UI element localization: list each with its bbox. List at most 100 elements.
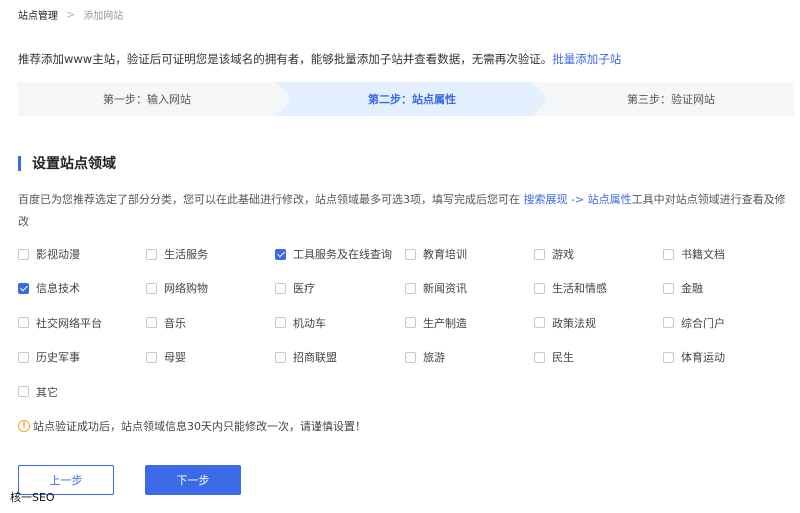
checkbox-unchecked[interactable]	[534, 317, 545, 329]
domain-option[interactable]: 金融	[663, 278, 703, 298]
warning-icon: !	[18, 420, 30, 432]
domain-option[interactable]: 生活服务	[146, 244, 208, 264]
checkbox-unchecked[interactable]	[405, 317, 416, 329]
domain-option-label: 综合门户	[681, 316, 725, 330]
domain-option[interactable]: 旅游	[405, 347, 445, 367]
section-title: 设置站点领域	[18, 154, 116, 172]
domain-option[interactable]: 书籍文档	[663, 244, 725, 264]
checkbox-unchecked[interactable]	[18, 351, 29, 363]
domain-option[interactable]: 历史军事	[18, 347, 80, 367]
domain-option[interactable]: 社交网络平台	[18, 313, 102, 333]
domain-option[interactable]: 政策法规	[534, 313, 596, 333]
batch-add-subsite-link[interactable]: 批量添加子站	[552, 52, 621, 66]
domain-option-label: 新闻资讯	[423, 282, 467, 296]
domain-option-label: 信息技术	[36, 282, 80, 296]
checkbox-unchecked[interactable]	[146, 248, 157, 260]
breadcrumb-site-management[interactable]: 站点管理	[18, 7, 58, 22]
checkbox-unchecked[interactable]	[663, 248, 674, 260]
checkbox-unchecked[interactable]	[275, 317, 286, 329]
domain-option-label: 民生	[552, 351, 574, 365]
checkbox-unchecked[interactable]	[663, 351, 674, 363]
checkbox-checked[interactable]	[18, 282, 29, 294]
checkbox-unchecked[interactable]	[146, 282, 157, 294]
checkbox-unchecked[interactable]	[534, 282, 545, 294]
domain-option[interactable]: 生活和情感	[534, 278, 607, 298]
breadcrumb: 站点管理 > 添加网站	[18, 6, 123, 22]
domain-option-label: 招商联盟	[293, 351, 337, 365]
domain-option[interactable]: 综合门户	[663, 313, 725, 333]
domain-option[interactable]: 民生	[534, 347, 574, 367]
breadcrumb-add-site: 添加网站	[83, 10, 124, 22]
intro-description: 推荐添加www主站，验证后可证明您是该域名的拥有者，能够批量添加子站并查看数据，…	[18, 52, 553, 66]
domain-option-label: 网络购物	[164, 282, 208, 296]
warning-notice: ! 站点验证成功后，站点领域信息30天内只能修改一次，请谨慎设置！	[18, 418, 366, 434]
domain-option[interactable]: 医疗	[275, 278, 315, 298]
watermark-text: 核一SEO	[10, 491, 55, 504]
domain-option-label: 生产制造	[423, 316, 467, 330]
step-2-active: 第二步：站点属性	[276, 82, 548, 116]
domain-option-label: 其它	[36, 385, 58, 399]
domain-option-label: 游戏	[552, 248, 574, 261]
domain-option-label: 音乐	[164, 316, 186, 330]
domain-option-label: 工具服务及在线查询	[293, 248, 392, 261]
checkbox-unchecked[interactable]	[275, 351, 286, 363]
domain-option-label: 社交网络平台	[36, 316, 102, 330]
section-title-bar	[18, 155, 21, 171]
checkbox-unchecked[interactable]	[275, 282, 286, 294]
domain-option-label: 金融	[681, 282, 703, 296]
checkbox-unchecked[interactable]	[18, 386, 29, 398]
domain-option-label: 生活和情感	[552, 282, 607, 296]
domain-option[interactable]: 网络购物	[146, 278, 208, 298]
domain-option[interactable]: 母婴	[146, 347, 186, 367]
step-2-label: 第二步：站点属性	[368, 93, 456, 106]
domain-option-label: 教育培训	[423, 248, 467, 261]
checkbox-unchecked[interactable]	[405, 282, 416, 294]
domain-option-label: 历史军事	[36, 351, 80, 365]
domain-option-label: 影视动漫	[36, 248, 80, 261]
domain-option[interactable]: 影视动漫	[18, 244, 80, 264]
domain-option[interactable]: 机动车	[275, 313, 326, 333]
domain-option-label: 生活服务	[164, 248, 208, 261]
step-progress: 第一步：输入网站 第三步：验证网站 第二步：站点属性	[18, 82, 794, 116]
domain-option-label: 机动车	[293, 316, 326, 330]
intro-text: 推荐添加www主站，验证后可证明您是该域名的拥有者，能够批量添加子站并查看数据，…	[18, 51, 621, 67]
domain-option-label: 旅游	[423, 351, 445, 365]
breadcrumb-separator: >	[66, 7, 76, 21]
domain-option-label: 书籍文档	[681, 248, 725, 261]
domain-option-label: 母婴	[164, 351, 186, 365]
domain-option[interactable]: 新闻资讯	[405, 278, 467, 298]
domain-option[interactable]: 教育培训	[405, 244, 467, 264]
checkbox-unchecked[interactable]	[405, 351, 416, 363]
checkbox-unchecked[interactable]	[146, 317, 157, 329]
domain-option[interactable]: 招商联盟	[275, 347, 337, 367]
step-1: 第一步：输入网站	[18, 82, 276, 116]
checkbox-checked[interactable]	[275, 248, 286, 260]
domain-option[interactable]: 信息技术	[18, 278, 80, 298]
checkbox-unchecked[interactable]	[18, 248, 29, 260]
domain-option[interactable]: 工具服务及在线查询	[275, 244, 392, 264]
domain-option[interactable]: 游戏	[534, 244, 574, 264]
domain-option-label: 医疗	[293, 282, 315, 296]
checkbox-unchecked[interactable]	[146, 351, 157, 363]
checkbox-unchecked[interactable]	[18, 317, 29, 329]
search-display-site-attr-link[interactable]: 搜索展现 -> 站点属性	[524, 193, 632, 206]
checkbox-unchecked[interactable]	[663, 317, 674, 329]
step-1-label: 第一步：输入网站	[103, 93, 191, 106]
domain-option-label: 政策法规	[552, 316, 596, 330]
checkbox-unchecked[interactable]	[663, 282, 674, 294]
domain-option[interactable]: 其它	[18, 382, 58, 402]
checkbox-unchecked[interactable]	[534, 248, 545, 260]
domain-option[interactable]: 音乐	[146, 313, 186, 333]
domain-description: 百度已为您推荐选定了部分分类，您可以在此基础进行修改，站点领域最多可选3项，填写…	[18, 189, 790, 233]
domain-option[interactable]: 体育运动	[663, 347, 725, 367]
next-step-button[interactable]: 下一步	[145, 465, 241, 495]
step-3-label: 第三步：验证网站	[627, 93, 715, 106]
domain-option[interactable]: 生产制造	[405, 313, 467, 333]
checkbox-unchecked[interactable]	[534, 351, 545, 363]
domain-option-label: 体育运动	[681, 351, 725, 365]
checkbox-unchecked[interactable]	[405, 248, 416, 260]
section-title-text: 设置站点领域	[32, 156, 116, 172]
warning-text: 站点验证成功后，站点领域信息30天内只能修改一次，请谨慎设置！	[33, 420, 366, 433]
step-3: 第三步：验证网站	[532, 82, 794, 116]
desc-part1: 百度已为您推荐选定了部分分类，您可以在此基础进行修改，站点领域最多可选3项，填写…	[18, 193, 524, 206]
